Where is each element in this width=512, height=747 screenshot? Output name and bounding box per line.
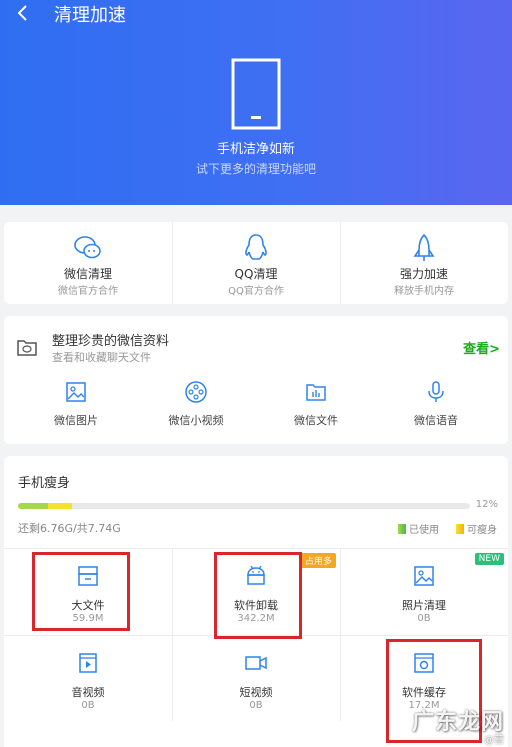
video-camera-icon (243, 650, 269, 676)
wechat-card-subtitle: 查看和收藏聊天文件 (52, 351, 151, 364)
qq-clean-sub: QQ官方合作 (228, 286, 284, 297)
image-icon (64, 380, 88, 404)
audio-video-size: 0B (81, 700, 95, 711)
wechat-images-label: 微信图片 (54, 414, 98, 427)
audio-video-label: 音视频 (71, 686, 105, 699)
wechat-voice-label: 微信语音 (414, 414, 458, 427)
storage-used-fill (18, 503, 48, 509)
hero-subtitle: 试下更多的清理功能吧 (195, 162, 316, 176)
back-arrow-icon[interactable] (12, 2, 34, 24)
microphone-icon (424, 380, 448, 404)
film-reel-icon (184, 380, 208, 404)
wechat-voice-button[interactable]: 微信语音 (376, 376, 496, 440)
qq-clean-button[interactable]: QQ清理 QQ官方合作 (172, 222, 340, 304)
view-link[interactable]: 查看> (463, 338, 500, 357)
page-title: 清理加速 (54, 5, 126, 26)
media-play-icon (75, 650, 101, 676)
audio-video-button[interactable]: 音视频 0B (4, 636, 172, 722)
wechat-clean-button[interactable]: 微信清理 微信官方合作 (4, 222, 172, 304)
wechat-files-button[interactable]: 微信文件 (256, 376, 376, 440)
photo-icon (411, 563, 437, 589)
wechat-clean-label: 微信清理 (63, 267, 112, 281)
legend-slimmable-label: 可瘦身 (467, 525, 497, 536)
short-video-label: 短视频 (239, 686, 273, 699)
boost-sub: 释放手机内存 (394, 286, 454, 297)
folder-icon (16, 336, 38, 358)
wechat-files-label: 微信文件 (294, 414, 338, 427)
storage-text: 还剩6.76G/共7.74G (18, 522, 121, 535)
wechat-clean-sub: 微信官方合作 (58, 286, 118, 297)
rocket-icon (408, 232, 440, 264)
legend-used: 已使用 (398, 521, 439, 536)
storage-progress-bar (18, 503, 470, 509)
photo-clean-button[interactable]: NEW 照片清理 0B (340, 549, 508, 635)
legend-slimmable-swatch (456, 524, 464, 534)
high-usage-badge: 占用多 (300, 553, 336, 568)
watermark-sub: @营 (484, 735, 504, 746)
slim-title: 手机瘦身 (18, 476, 71, 491)
photo-clean-label: 照片清理 (402, 599, 446, 612)
storage-slimmable-fill (47, 503, 73, 509)
legend-slimmable: 可瘦身 (456, 521, 497, 536)
short-video-button[interactable]: 短视频 0B (172, 636, 340, 722)
short-video-size: 0B (249, 700, 263, 711)
highlight-box-uninstall (214, 552, 302, 639)
wechat-videos-button[interactable]: 微信小视频 (136, 376, 256, 440)
new-badge: NEW (474, 553, 504, 565)
wechat-card-title: 整理珍贵的微信资料 (52, 334, 170, 349)
legend-used-label: 已使用 (409, 525, 439, 536)
wechat-images-button[interactable]: 微信图片 (16, 376, 136, 440)
quick-actions-card: 微信清理 微信官方合作 QQ清理 QQ官方合作 强力加速 释放手机内存 (4, 222, 508, 304)
storage-percent: 12% (475, 499, 498, 510)
hero-title: 手机洁净如新 (216, 142, 295, 157)
legend-used-swatch (398, 524, 406, 534)
wechat-files-card: 整理珍贵的微信资料 查看和收藏聊天文件 查看> 微信图片 微信小视频 微信文件 … (4, 316, 508, 444)
photo-clean-size: 0B (417, 613, 431, 624)
boost-label: 强力加速 (399, 267, 448, 281)
highlight-box-large-files (32, 552, 130, 631)
qq-penguin-icon (240, 232, 272, 264)
header: 清理加速 手机洁净如新 试下更多的清理功能吧 (0, 0, 512, 205)
wechat-icon (72, 232, 104, 264)
wechat-videos-label: 微信小视频 (168, 414, 224, 427)
qq-clean-label: QQ清理 (234, 267, 278, 281)
boost-button[interactable]: 强力加速 释放手机内存 (340, 222, 508, 304)
phone-icon (231, 58, 281, 130)
file-chart-icon (304, 380, 328, 404)
